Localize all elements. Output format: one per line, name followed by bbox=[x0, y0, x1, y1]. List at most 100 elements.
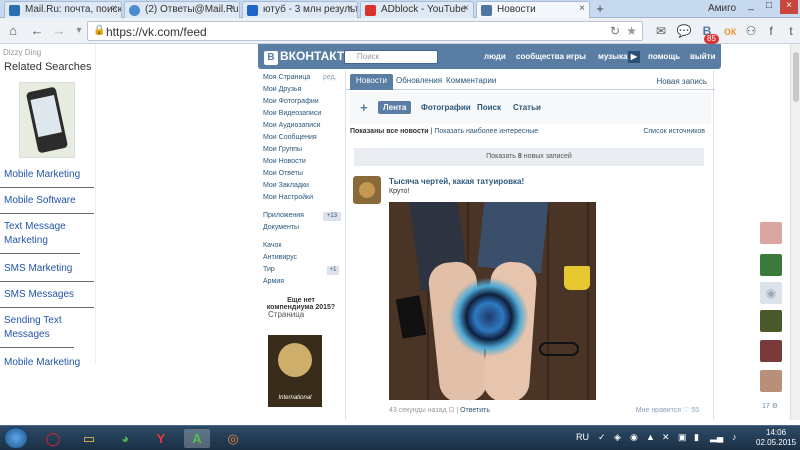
mail-envelope-icon[interactable]: ✉ bbox=[652, 22, 670, 40]
menu-apps[interactable]: Приложения bbox=[263, 212, 304, 219]
close-icon[interactable]: × bbox=[463, 3, 469, 14]
menu-app-antivirus[interactable]: Антивирус bbox=[263, 254, 297, 261]
new-post-link[interactable]: Новая запись bbox=[657, 77, 707, 86]
sources-link[interactable]: Список источников bbox=[643, 128, 705, 135]
clock[interactable]: 14:06 02.05.2015 bbox=[756, 428, 796, 448]
post-time[interactable]: 43 секунды назад bbox=[389, 407, 447, 414]
url-text[interactable]: https://vk.com/feed bbox=[106, 25, 207, 39]
phone-image[interactable] bbox=[19, 82, 75, 158]
new-tab-button[interactable]: + bbox=[592, 2, 608, 16]
network-icon[interactable]: ▂▄ bbox=[710, 432, 723, 443]
ad-link[interactable]: Mobile Marketing bbox=[0, 168, 94, 188]
ad-link[interactable]: Mobile Software bbox=[0, 194, 94, 214]
menu-answers[interactable]: Мои Ответы bbox=[263, 170, 303, 177]
volume-icon[interactable]: ♪ bbox=[732, 432, 737, 442]
close-window-icon[interactable]: × bbox=[780, 0, 798, 14]
tray-icon[interactable]: ◉ bbox=[630, 432, 638, 443]
subtab-search[interactable]: Поиск bbox=[472, 101, 506, 114]
app-icon[interactable]: ◎ bbox=[220, 429, 246, 448]
nav-logout[interactable]: выйти bbox=[690, 52, 716, 61]
reply-link[interactable]: Ответить bbox=[460, 407, 490, 414]
menu-photos[interactable]: Мои Фотографии bbox=[263, 98, 319, 105]
menu-edit[interactable]: ред. bbox=[323, 74, 337, 81]
opera-icon[interactable]: ◯ bbox=[40, 429, 66, 448]
add-icon[interactable]: + bbox=[360, 100, 368, 115]
friend-avatar[interactable] bbox=[760, 254, 782, 276]
nav-help[interactable]: помощь bbox=[648, 52, 680, 61]
close-icon[interactable]: × bbox=[347, 3, 353, 14]
odnoklassniki-icon[interactable]: ок bbox=[721, 22, 739, 40]
show-new-posts-button[interactable]: Показать 8 новых записей bbox=[354, 148, 704, 166]
subtab-photos[interactable]: Фотографии bbox=[416, 101, 476, 114]
tab-news[interactable]: Новости bbox=[350, 74, 393, 90]
friends-count[interactable]: 17 ⚙ bbox=[762, 402, 778, 410]
tray-icon[interactable]: ▲ bbox=[646, 432, 655, 442]
address-bar[interactable]: 🔒 https://vk.com/feed ↻ ★ bbox=[87, 21, 643, 41]
close-icon[interactable]: × bbox=[579, 3, 585, 14]
explorer-folder-icon[interactable]: ▭ bbox=[76, 429, 102, 448]
battery-icon[interactable]: ▮ bbox=[694, 432, 699, 443]
nav-games[interactable]: игры bbox=[566, 52, 586, 61]
vk-logo[interactable]: В ВКОНТАКТЕ bbox=[264, 49, 352, 65]
filter-interesting[interactable]: Показать наиболее интересные bbox=[434, 128, 538, 135]
language-indicator[interactable]: RU bbox=[576, 432, 589, 442]
maximize-icon[interactable]: □ bbox=[760, 0, 778, 14]
tab-comments[interactable]: Комментарии bbox=[440, 74, 502, 90]
ad-link[interactable]: Mobile Marketing bbox=[0, 356, 94, 368]
tab-mail[interactable]: Mail.Ru: почта, поиск в инт× bbox=[4, 1, 122, 18]
camera-icon[interactable]: ◉ bbox=[760, 282, 782, 304]
tray-icon[interactable]: ▣ bbox=[678, 432, 687, 443]
twitter-icon[interactable]: t bbox=[782, 22, 800, 40]
promo-block[interactable]: Еще нет компендиума 2015? Страница bbox=[263, 297, 339, 319]
post-title[interactable]: Тысяча чертей, какая татуировка! bbox=[389, 177, 524, 186]
menu-settings[interactable]: Мои Настройки bbox=[263, 194, 313, 201]
post-author-avatar[interactable] bbox=[353, 176, 381, 204]
menu-documents[interactable]: Документы bbox=[263, 224, 299, 231]
browser-user[interactable]: Амиго bbox=[708, 3, 736, 14]
scrollbar-thumb[interactable] bbox=[793, 52, 799, 102]
vk-search-input[interactable]: Поиск bbox=[344, 50, 438, 64]
ad-link[interactable]: Sending Text Messages bbox=[0, 314, 74, 348]
friend-avatar[interactable] bbox=[760, 370, 782, 392]
chat-icon[interactable]: 💬 bbox=[675, 22, 693, 40]
friend-avatar[interactable] bbox=[760, 222, 782, 244]
chrome-icon[interactable]: ◕ bbox=[112, 429, 138, 448]
tab-vk-news[interactable]: Новости × bbox=[476, 1, 590, 18]
nav-communities[interactable]: сообщества bbox=[516, 52, 564, 61]
menu-friends[interactable]: Мои Друзья bbox=[263, 86, 301, 93]
nav-music[interactable]: музыка bbox=[598, 52, 627, 61]
friend-avatar[interactable] bbox=[760, 310, 782, 332]
friend-avatar[interactable] bbox=[760, 340, 782, 362]
star-icon[interactable]: ★ bbox=[626, 24, 637, 38]
ad-link[interactable]: Text Message Marketing bbox=[0, 220, 80, 254]
close-icon[interactable]: × bbox=[229, 3, 235, 14]
subtab-feed[interactable]: Лента bbox=[378, 101, 412, 114]
people-icon[interactable]: ⚇ bbox=[742, 22, 760, 40]
facebook-icon[interactable]: f bbox=[762, 22, 780, 40]
promo-book-image[interactable]: International bbox=[268, 335, 322, 407]
forward-icon[interactable]: → bbox=[50, 22, 68, 40]
yandex-icon[interactable]: Y bbox=[148, 429, 174, 448]
tab-youtube[interactable]: ADblock - YouTube × bbox=[360, 1, 474, 18]
menu-news[interactable]: Мои Новости bbox=[263, 158, 306, 165]
nav-people[interactable]: люди bbox=[484, 52, 506, 61]
ad-link[interactable]: SMS Messages bbox=[0, 288, 94, 308]
tray-icon[interactable]: ✕ bbox=[662, 432, 670, 443]
like-button[interactable]: Мне нравится ♡ 55 bbox=[636, 406, 699, 414]
back-icon[interactable]: ← bbox=[28, 22, 46, 40]
start-button[interactable] bbox=[4, 427, 28, 449]
minimize-icon[interactable]: _ bbox=[742, 0, 760, 14]
menu-groups[interactable]: Мои Группы bbox=[263, 146, 302, 153]
tab-otvety[interactable]: (2) Ответы@Mail.Ru: Помо× bbox=[124, 1, 240, 18]
menu-videos[interactable]: Мои Видеозаписи bbox=[263, 110, 321, 117]
tray-icon[interactable]: ◈ bbox=[614, 432, 621, 443]
menu-app-armiya[interactable]: Армия bbox=[263, 278, 284, 285]
filter-all[interactable]: Показаны все новости bbox=[350, 128, 429, 135]
close-icon[interactable]: × bbox=[111, 3, 117, 14]
subtab-articles[interactable]: Статьи bbox=[508, 101, 546, 114]
menu-messages[interactable]: Мои Сообщения bbox=[263, 134, 317, 141]
scrollbar[interactable] bbox=[790, 44, 800, 420]
tab-search[interactable]: ютуб - 3 млн результатов× bbox=[242, 1, 358, 18]
reload-icon[interactable]: ↻ bbox=[610, 24, 620, 38]
menu-my-page[interactable]: Моя Страница bbox=[263, 74, 310, 81]
